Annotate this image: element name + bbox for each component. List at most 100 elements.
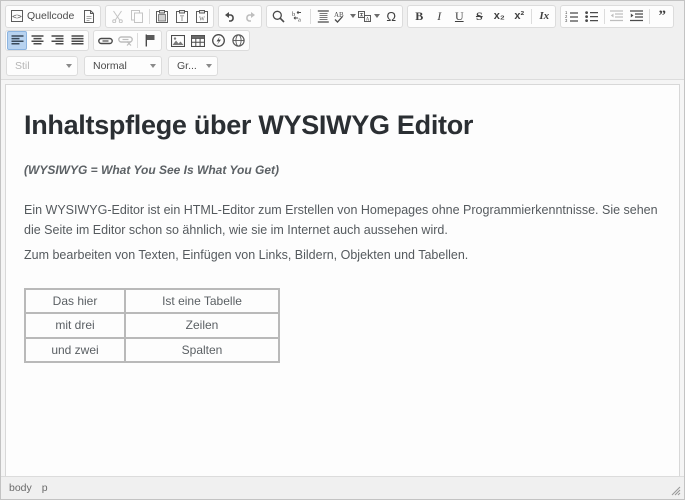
table-row[interactable]: Das hier Ist eine Tabelle [25, 288, 279, 314]
table-row[interactable]: mit drei Zeilen [25, 313, 279, 338]
blockquote-icon: ” [658, 7, 667, 24]
paste-text-icon: T [176, 9, 189, 23]
editor-status-bar: body p [1, 476, 684, 499]
bold-button[interactable]: B [409, 7, 429, 26]
cut-button[interactable] [107, 7, 127, 26]
svg-text:AB: AB [334, 11, 344, 19]
replace-icon: b a [291, 10, 305, 23]
copy-button[interactable] [127, 7, 147, 26]
chevron-down-icon [350, 14, 357, 18]
insert-image-button[interactable] [168, 31, 188, 50]
italic-button[interactable]: I [429, 7, 449, 26]
omega-icon: Ω [386, 8, 397, 24]
link-button[interactable] [95, 31, 115, 50]
anchor-flag-icon [145, 34, 156, 47]
underline-button[interactable]: U [449, 7, 469, 26]
align-right-button[interactable] [47, 31, 67, 50]
decrease-indent-button[interactable] [607, 7, 627, 26]
toolbar-group-paragraph: 1 2 3 ” [560, 4, 675, 28]
svg-text:3: 3 [565, 18, 568, 22]
special-character-button[interactable]: Ω [381, 7, 401, 26]
paste-button[interactable] [152, 7, 172, 26]
toolbar-group-alignment [5, 30, 89, 51]
copy-icon [130, 9, 144, 23]
toolbar-separator [649, 8, 651, 24]
increase-indent-button[interactable] [627, 7, 647, 26]
toolbar-row-3: Stil Normal Gr... [1, 52, 684, 79]
align-justify-button[interactable] [67, 31, 87, 50]
toolbar-group-history [218, 4, 263, 28]
table-cell[interactable]: und zwei [25, 337, 125, 363]
format-combo[interactable]: Normal [84, 56, 162, 76]
source-code-icon: <> [11, 10, 23, 22]
toolbar-group-insert [166, 30, 250, 51]
paste-from-word-button[interactable]: W [192, 7, 212, 26]
remove-format-button[interactable]: Ix [534, 7, 554, 26]
spellcheck-button[interactable]: AB [333, 7, 357, 26]
insert-table-button[interactable] [188, 31, 208, 50]
indent-icon [630, 10, 644, 22]
table-row[interactable]: und zwei Spalten [25, 337, 279, 363]
editable-content-area[interactable]: Inhaltspflege über WYSIWYG Editor (WYSIW… [5, 84, 680, 476]
source-code-button[interactable]: <> Quellcode [7, 7, 79, 26]
toolbar-group-editing: b a AB A Ω [266, 4, 404, 28]
new-page-button[interactable] [79, 7, 99, 26]
superscript-icon: x² [514, 9, 525, 22]
unlink-button[interactable] [115, 31, 135, 50]
anchor-button[interactable] [140, 31, 160, 50]
page-subtitle: (WYSIWYG = What You See Is What You Get) [24, 162, 280, 177]
insert-media-button[interactable] [208, 31, 228, 50]
strikethrough-button[interactable]: S [469, 7, 489, 26]
align-left-button[interactable] [7, 31, 27, 50]
table-icon [191, 34, 205, 47]
wysiwyg-editor-window: <> Quellcode T W b a AB A Ω B I U S x₂ x… [0, 0, 685, 500]
svg-text:a: a [298, 16, 301, 23]
editing-area-wrapper: Inhaltspflege über WYSIWYG Editor (WYSIW… [1, 80, 684, 476]
content-table-body: Das hier Ist eine Tabelle mit drei Zeile… [25, 288, 279, 363]
strikethrough-icon: S [475, 9, 483, 23]
spellcheck-icon: AB [334, 10, 348, 23]
toolbar-group-basicstyles: B I U S x₂ x² Ix [407, 4, 557, 28]
paste-as-text-button[interactable]: T [172, 7, 192, 26]
element-path-p[interactable]: p [42, 482, 48, 494]
table-cell[interactable]: mit drei [25, 313, 125, 338]
flash-media-icon [211, 34, 225, 47]
content-table[interactable]: Das hier Ist eine Tabelle mit drei Zeile… [24, 287, 280, 364]
resize-grip-handle[interactable] [671, 486, 681, 496]
table-cell[interactable]: Das hier [25, 288, 125, 314]
language-button[interactable]: A [357, 7, 381, 26]
align-center-icon [31, 35, 44, 46]
align-right-icon [51, 35, 64, 46]
replace-button[interactable]: b a [288, 7, 308, 26]
image-icon [171, 34, 185, 47]
unlink-icon [117, 35, 133, 46]
svg-text:A: A [366, 17, 370, 22]
globe-iframe-icon [231, 34, 245, 47]
insert-iframe-button[interactable] [228, 31, 248, 50]
paste-icon [156, 9, 169, 23]
table-cell[interactable]: Ist eine Tabelle [125, 288, 279, 314]
table-cell[interactable]: Zeilen [125, 313, 279, 338]
table-cell[interactable]: Spalten [125, 337, 279, 363]
redo-button[interactable] [240, 7, 260, 26]
blockquote-button[interactable]: ” [652, 7, 672, 26]
superscript-button[interactable]: x² [509, 7, 529, 26]
select-all-icon [317, 9, 330, 23]
style-combo[interactable]: Stil [6, 56, 78, 76]
new-page-icon [83, 9, 95, 23]
redo-arrow-icon [243, 10, 257, 22]
find-button[interactable] [268, 7, 288, 26]
remove-format-icon: Ix [539, 9, 550, 22]
select-all-button[interactable] [313, 7, 333, 26]
body-paragraph-2: Zum bearbeiten von Texten, Einfügen von … [24, 248, 469, 263]
numbered-list-icon: 1 2 3 [565, 10, 579, 22]
numbered-list-button[interactable]: 1 2 3 [562, 7, 582, 26]
undo-button[interactable] [220, 7, 240, 26]
magnifier-icon [272, 10, 285, 23]
align-justify-icon [71, 35, 84, 46]
fontsize-combo[interactable]: Gr... [168, 56, 218, 76]
element-path-body[interactable]: body [9, 482, 32, 494]
align-center-button[interactable] [27, 31, 47, 50]
subscript-button[interactable]: x₂ [489, 7, 509, 26]
bulleted-list-button[interactable] [582, 7, 602, 26]
